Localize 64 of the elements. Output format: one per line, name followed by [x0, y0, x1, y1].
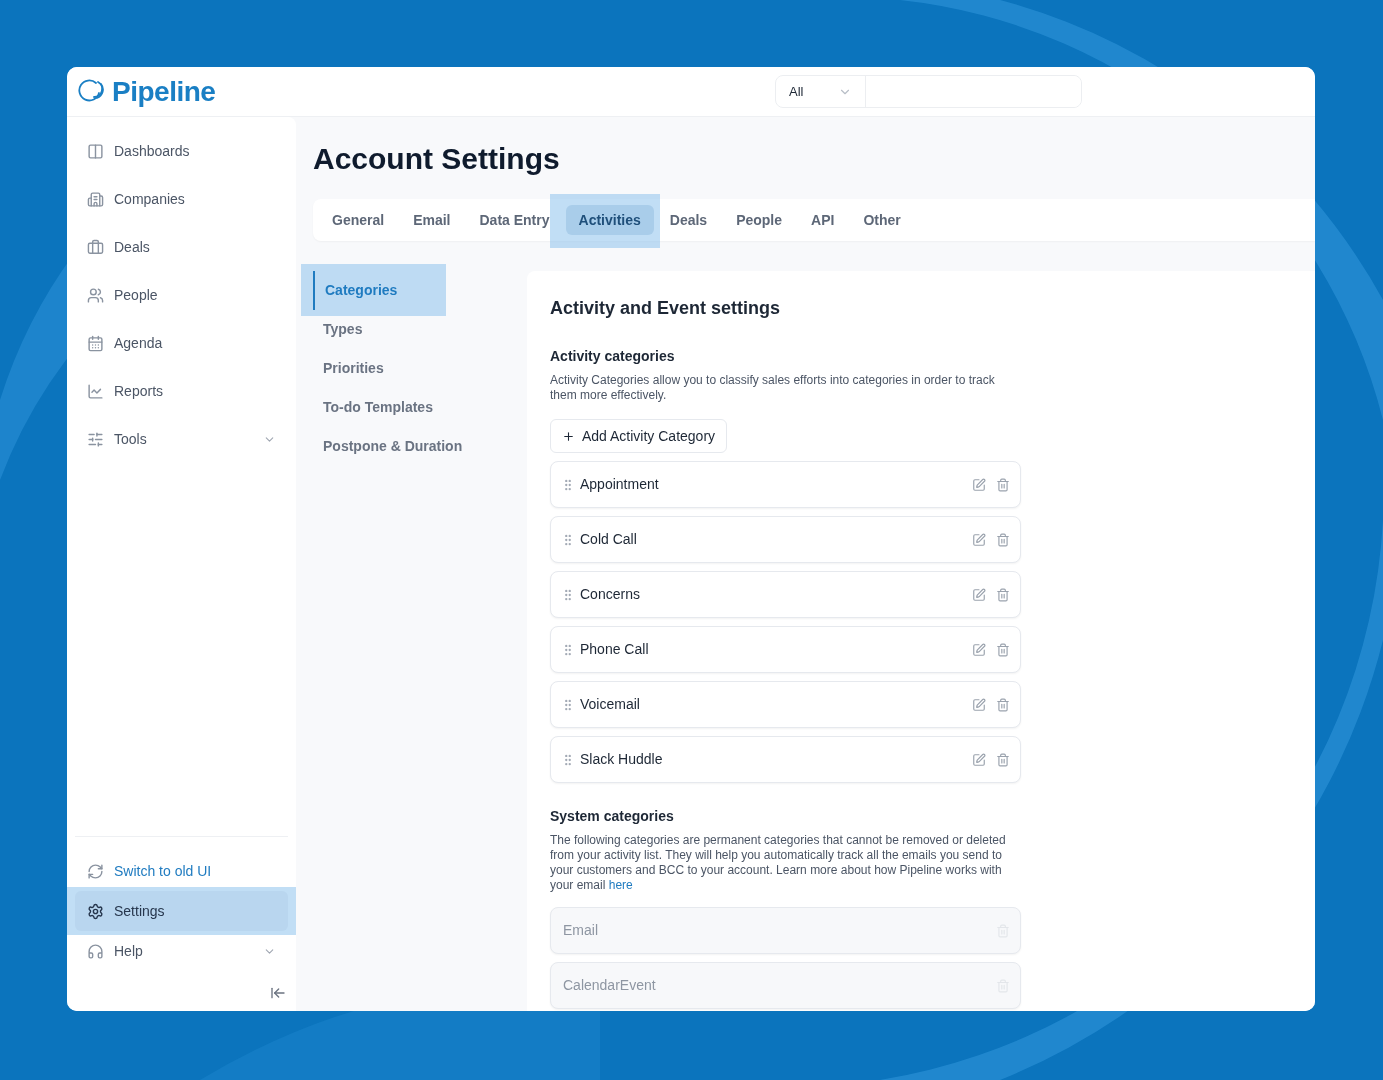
nav-icon — [87, 942, 104, 960]
logo-text: Pipeline — [112, 74, 216, 109]
delete-icon[interactable] — [996, 477, 1010, 492]
nav-icon — [87, 334, 104, 352]
category-name: Slack Huddle — [580, 750, 664, 769]
section-description: Activity Categories allow you to classify sales efforts into categories in order to track them more effectively. — [550, 373, 996, 403]
nav-icon — [87, 142, 104, 160]
nav-icon — [87, 862, 104, 880]
edit-icon[interactable] — [972, 752, 986, 767]
delete-icon[interactable] — [996, 642, 1010, 657]
tab[interactable]: General — [319, 205, 398, 235]
tab[interactable]: Data Entry — [466, 205, 563, 235]
tab[interactable]: Other — [850, 205, 914, 235]
nav-icon — [87, 286, 104, 304]
delete-icon[interactable] — [996, 697, 1010, 712]
tab[interactable]: Email — [400, 205, 464, 235]
edit-icon[interactable] — [972, 697, 986, 712]
section-description: The following categories are permanent categories that cannot be removed or deleted from your activity list. They will help you automatically track all the emails you send to your customers and BCC to your account. Learn more about how Pipeline works with your email here — [550, 833, 1007, 893]
category-name: Email — [562, 921, 599, 940]
section-heading: System categories — [550, 807, 675, 826]
panel-title: Activity and Event settings — [550, 297, 782, 320]
add-category-button[interactable]: Add Activity Category — [550, 419, 728, 453]
category-name: Concerns — [580, 585, 641, 604]
edit-icon[interactable] — [972, 477, 986, 492]
nav-icon — [87, 238, 104, 256]
category-name: Voicemail — [580, 695, 641, 714]
subnav-item[interactable]: Priorities — [313, 349, 384, 388]
nav-icon — [87, 382, 104, 400]
category-name: CalendarEvent — [562, 976, 657, 995]
sidebar-item[interactable]: People — [75, 275, 288, 315]
category-name: Cold Call — [580, 530, 638, 549]
delete-icon[interactable] — [996, 587, 1010, 602]
category-name: Phone Call — [580, 640, 650, 659]
sidebar-item[interactable]: Deals — [75, 227, 288, 267]
tab[interactable]: API — [798, 205, 848, 235]
tab[interactable]: People — [723, 205, 796, 235]
section-heading: Activity categories — [550, 347, 676, 366]
edit-icon[interactable] — [972, 587, 986, 602]
nav-icon — [87, 902, 104, 920]
sidebar-item[interactable]: Tools — [75, 419, 288, 459]
subnav-item[interactable]: Categories — [313, 271, 398, 310]
plus-icon — [562, 429, 575, 443]
category-name: Appointment — [580, 475, 660, 494]
learn-more-link[interactable]: here — [608, 878, 633, 892]
subnav-item[interactable]: Postpone & Duration — [313, 427, 463, 466]
subnav-item[interactable]: To-do Templates — [313, 388, 433, 427]
sidebar-item[interactable]: Reports — [75, 371, 288, 411]
sidebar-item[interactable]: Settings — [75, 891, 288, 931]
delete-icon[interactable] — [996, 532, 1010, 547]
tab[interactable]: Deals — [656, 205, 721, 235]
edit-icon[interactable] — [972, 642, 986, 657]
sidebar-item[interactable]: Companies — [75, 179, 288, 219]
edit-icon[interactable] — [972, 532, 986, 547]
sidebar-item[interactable]: Dashboards — [75, 131, 288, 171]
page-title: Account Settings — [313, 141, 561, 177]
collapse-icon[interactable] — [270, 985, 286, 1001]
sidebar-item[interactable]: Agenda — [75, 323, 288, 363]
sidebar-item[interactable]: Switch to old UI — [75, 851, 288, 891]
tab[interactable]: Activities — [565, 205, 654, 235]
nav-icon — [87, 190, 104, 208]
nav-icon — [87, 430, 104, 448]
delete-icon[interactable] — [996, 752, 1010, 767]
subnav-item[interactable]: Types — [313, 310, 363, 349]
sidebar-item[interactable]: Help — [75, 931, 288, 971]
